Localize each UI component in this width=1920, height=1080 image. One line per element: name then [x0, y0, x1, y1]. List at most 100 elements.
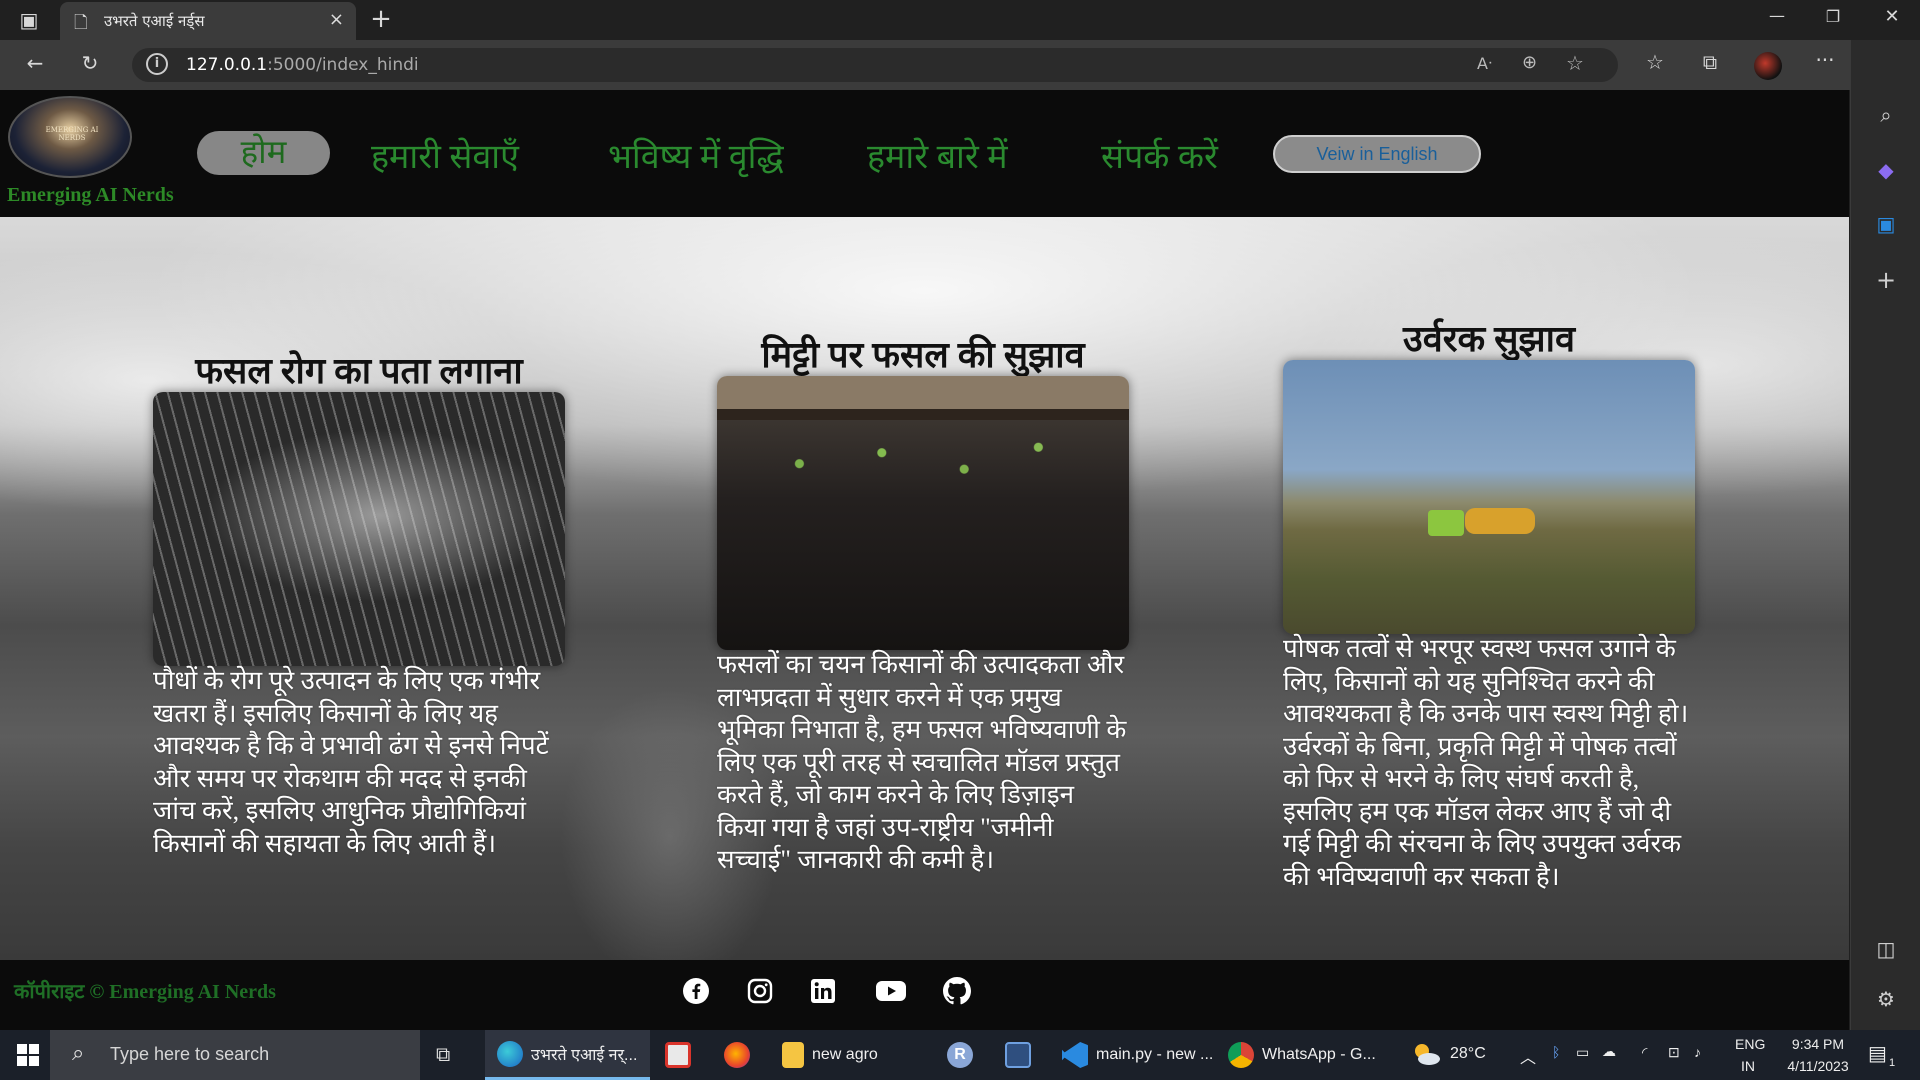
tab-close-icon[interactable]: × [329, 9, 344, 30]
nav-home[interactable]: होम [197, 131, 330, 175]
snipping-tool-icon [665, 1042, 691, 1068]
github-icon[interactable] [942, 976, 972, 1006]
windows-taskbar: ⌕ Type here to search ⧉ उभरते एआई नर्...… [0, 1030, 1920, 1080]
window-close-icon[interactable]: ✕ [1877, 6, 1907, 27]
youtube-icon[interactable] [874, 976, 908, 1006]
browser-toolbar: ← ↻ i 127.0.0.1:5000/index_hindi Aᐧ ⊕ ☆ … [0, 40, 1920, 90]
onedrive-icon[interactable]: ☁ [1602, 1043, 1616, 1060]
notification-icon[interactable]: ▤ [1868, 1041, 1887, 1066]
taskbar-search-placeholder: Type here to search [110, 1044, 270, 1064]
url-host: 127.0.0.1 [186, 55, 268, 75]
read-aloud-icon[interactable]: Aᐧ [1477, 54, 1492, 73]
nav-future-growth[interactable]: भविष्य में वृद्धि [608, 132, 784, 178]
notification-count: 1 [1889, 1057, 1896, 1069]
url-path: :5000/index_hindi [267, 55, 419, 75]
facebook-icon[interactable] [681, 976, 711, 1006]
card-text-disease-detection: पौधों के रोग पूरे उत्पादन के लिए एक गंभी… [153, 666, 549, 858]
site-navbar: EMERGING AI NERDS Emerging AI Nerds होम … [0, 90, 1849, 217]
refresh-icon[interactable]: ↻ [75, 51, 105, 75]
browser-tab[interactable]: 🗋 उभरते एआई नर्ड्स × [60, 2, 356, 40]
sidebar-games-icon[interactable]: ◆ [1871, 158, 1901, 182]
instagram-icon[interactable] [745, 976, 775, 1006]
firefox-icon [724, 1042, 750, 1068]
minimize-icon[interactable]: — [1762, 6, 1792, 25]
clock-time[interactable]: 9:34 PM [1786, 1036, 1850, 1052]
taskbar-firefox[interactable] [724, 1030, 758, 1080]
chrome-icon [1228, 1042, 1254, 1068]
device-icon[interactable]: ⊡ [1668, 1044, 1680, 1061]
logo-text: EMERGING AI NERDS [45, 126, 99, 142]
tanker-shape [1465, 508, 1535, 534]
card-title-disease-detection: फसल रोग का पता लगाना [195, 351, 523, 391]
taskbar-edge-label: उभरते एआई नर्... [531, 1046, 638, 1064]
sidebar-search-icon[interactable]: ⌕ [1871, 103, 1901, 127]
taskbar-app-red[interactable] [665, 1030, 699, 1080]
site-footer: कॉपीराइट © Emerging AI Nerds [0, 960, 1849, 1030]
brand-name[interactable]: Emerging AI Nerds [7, 184, 174, 207]
restore-icon[interactable]: ❐ [1818, 7, 1848, 26]
more-icon[interactable]: ··· [1810, 48, 1840, 72]
weather-icon[interactable] [1410, 1040, 1442, 1068]
card-image-wheat [153, 392, 565, 666]
tab-title: उभरते एआई नर्ड्स [104, 12, 205, 30]
task-view-icon[interactable]: ⧉ [436, 1042, 450, 1066]
clock-date[interactable]: 4/11/2023 [1780, 1058, 1856, 1074]
taskbar-vscode[interactable]: main.py - new ... [1062, 1030, 1213, 1080]
nav-about[interactable]: हमारे बारे में [867, 132, 1008, 178]
taskbar-search-box[interactable]: ⌕ Type here to search [50, 1030, 420, 1080]
card-image-seedlings [717, 376, 1129, 650]
card-text-fertilizer-suggestion: पोषक तत्वों से भरपूर स्वस्थ फसल उगाने के… [1283, 634, 1689, 891]
wifi-icon[interactable]: ◜ [1642, 1044, 1647, 1061]
zoom-icon[interactable]: ⊕ [1522, 52, 1537, 73]
language-bottom[interactable]: IN [1741, 1058, 1755, 1074]
taskbar-chrome[interactable]: WhatsApp - G... [1228, 1030, 1376, 1080]
card-title-fertilizer-suggestion: उर्वरक सुझाव [1402, 319, 1575, 359]
taskbar-folder-label: new agro [812, 1046, 878, 1063]
language-top[interactable]: ENG [1735, 1036, 1765, 1052]
back-icon[interactable]: ← [20, 51, 50, 75]
favorites-icon[interactable]: ☆ [1640, 50, 1670, 74]
taskbar-r[interactable]: R [947, 1030, 981, 1080]
site-logo[interactable]: EMERGING AI NERDS [8, 96, 132, 178]
site-info-icon[interactable]: i [146, 53, 168, 75]
search-icon: ⌕ [72, 1041, 85, 1066]
sidebar-panel-icon[interactable]: ◫ [1871, 937, 1901, 961]
collections-icon[interactable]: ⧉ [1695, 50, 1725, 74]
hero-section: फसल रोग का पता लगाना पौधों के रोग पूरे उ… [0, 217, 1849, 987]
windows-start-icon[interactable] [17, 1044, 39, 1066]
weather-temp[interactable]: 28°C [1450, 1045, 1486, 1063]
web-page: EMERGING AI NERDS Emerging AI Nerds होम … [0, 90, 1849, 1030]
address-url: 127.0.0.1:5000/index_hindi [186, 55, 419, 75]
card-title-crop-recommendation: मिट्टी पर फसल की सुझाव [761, 335, 1085, 375]
nav-services[interactable]: हमारी सेवाएँ [371, 132, 519, 178]
profile-avatar[interactable] [1754, 52, 1782, 80]
taskbar-vscode-label: main.py - new ... [1096, 1046, 1214, 1063]
nav-contact[interactable]: संपर्क करें [1101, 132, 1218, 178]
taskbar-folder[interactable]: new agro [782, 1030, 878, 1080]
app-icon [1005, 1042, 1031, 1068]
sidebar-add-icon[interactable]: + [1871, 266, 1901, 294]
taskbar-app-blue[interactable] [1005, 1030, 1039, 1080]
tray-chevron-icon[interactable]: ︿ [1520, 1044, 1536, 1068]
browser-tab-bar: ▣ 🗋 उभरते एआई नर्ड्स × + — ❐ ✕ [0, 0, 1920, 40]
card-image-tractor [1283, 360, 1695, 634]
page-icon: 🗋 [74, 13, 88, 33]
edge-icon [497, 1040, 523, 1067]
folder-icon [782, 1042, 804, 1068]
taskbar-edge[interactable]: उभरते एआई नर्... [485, 1030, 650, 1080]
add-favorite-icon[interactable]: ☆ [1566, 51, 1584, 75]
card-text-crop-recommendation: फसलों का चयन किसानों की उत्पादकता और लाभ… [717, 650, 1127, 874]
new-tab-icon[interactable]: + [366, 4, 396, 34]
view-in-english-button[interactable]: Veiw in English [1273, 135, 1481, 173]
sidebar-outlook-icon[interactable]: ▣ [1871, 212, 1901, 236]
volume-icon[interactable]: ♪ [1694, 1044, 1701, 1060]
vscode-icon [1062, 1042, 1088, 1068]
battery-icon[interactable]: ▭ [1576, 1044, 1589, 1061]
copyright-text: कॉपीराइट © Emerging AI Nerds [14, 981, 276, 1003]
tab-actions-icon[interactable]: ▣ [14, 8, 44, 32]
address-bar[interactable]: i 127.0.0.1:5000/index_hindi Aᐧ ⊕ ☆ [132, 48, 1618, 82]
edge-sidebar: ⌕ ◆ ▣ + ◫ ⚙ [1850, 40, 1920, 1030]
linkedin-icon[interactable] [808, 976, 838, 1006]
sidebar-settings-icon[interactable]: ⚙ [1871, 987, 1901, 1011]
bluetooth-icon[interactable]: ᛒ [1552, 1044, 1560, 1060]
